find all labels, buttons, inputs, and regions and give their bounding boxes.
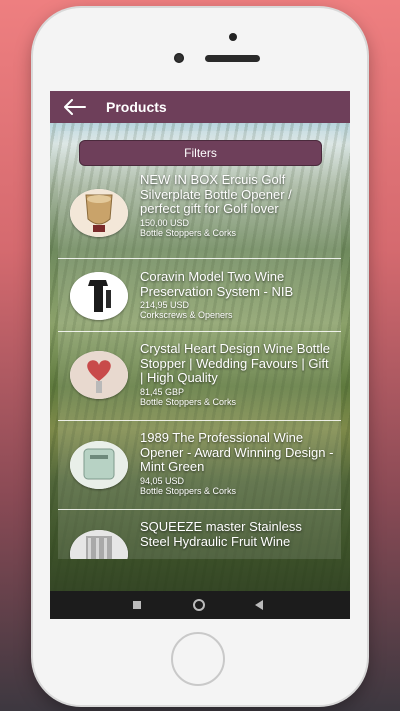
product-category: Bottle Stoppers & Corks <box>140 485 237 496</box>
product-thumbnail <box>70 441 128 489</box>
product-title: Coravin Model Two Wine Preservation Syst… <box>140 269 294 299</box>
sensor-dot <box>229 33 237 41</box>
product-price: 150,00 USD <box>140 217 190 228</box>
product-item[interactable]: NEW IN BOX Ercuis Golf Silverplate Bottl… <box>58 169 341 258</box>
product-item[interactable]: 1989 The Professional Wine Opener - Awar… <box>58 420 341 510</box>
product-title: 1989 The Professional Wine Opener - Awar… <box>140 430 334 474</box>
product-list[interactable]: NEW IN BOX Ercuis Golf Silverplate Bottl… <box>58 169 341 559</box>
product-item[interactable]: Coravin Model Two Wine Preservation Syst… <box>58 258 341 332</box>
product-thumbnail <box>70 530 128 559</box>
product-item[interactable]: Crystal Heart Design Wine Bottle Stopper… <box>58 331 341 421</box>
arrow-left-icon[interactable] <box>64 99 86 115</box>
product-thumbnail <box>70 351 128 399</box>
product-thumbnail <box>70 189 128 237</box>
bottle-stopper-image <box>70 351 128 399</box>
product-price: 214,95 USD <box>140 300 190 310</box>
fruit-press-image <box>70 530 128 559</box>
product-price: 81,45 GBP <box>140 386 185 397</box>
app-bar: Products <box>50 91 350 123</box>
bottle-opener-image <box>70 189 128 237</box>
product-title: NEW IN BOX Ercuis Golf Silverplate Bottl… <box>140 172 292 216</box>
earpiece-speaker <box>205 55 260 62</box>
product-item[interactable]: SQUEEZE master Stainless Steel Hydraulic… <box>58 509 341 559</box>
product-price: 94,05 USD <box>140 475 185 486</box>
product-title: Crystal Heart Design Wine Bottle Stopper… <box>140 341 331 385</box>
home-button[interactable] <box>171 632 225 686</box>
product-title: SQUEEZE master Stainless Steel Hydraulic… <box>140 519 302 549</box>
page-title: Products <box>106 99 167 115</box>
filters-button[interactable]: Filters <box>79 140 322 166</box>
square-icon[interactable] <box>133 601 141 609</box>
circle-icon[interactable] <box>193 599 205 611</box>
product-thumbnail <box>70 272 128 320</box>
triangle-back-icon[interactable] <box>255 600 263 610</box>
product-category: Corkscrews & Openers <box>140 310 233 320</box>
front-camera <box>174 53 184 63</box>
app-screen: Products Filters NEW IN BOX Ercuis Golf … <box>50 91 350 619</box>
system-nav-bar <box>50 591 350 619</box>
product-panel: Filters NEW IN BOX Ercuis Golf Silverpla… <box>58 131 341 559</box>
wine-opener-image <box>70 441 128 489</box>
wine-preserver-image <box>70 272 128 320</box>
product-category: Bottle Stoppers & Corks <box>140 227 237 238</box>
product-category: Bottle Stoppers & Corks <box>140 396 237 407</box>
